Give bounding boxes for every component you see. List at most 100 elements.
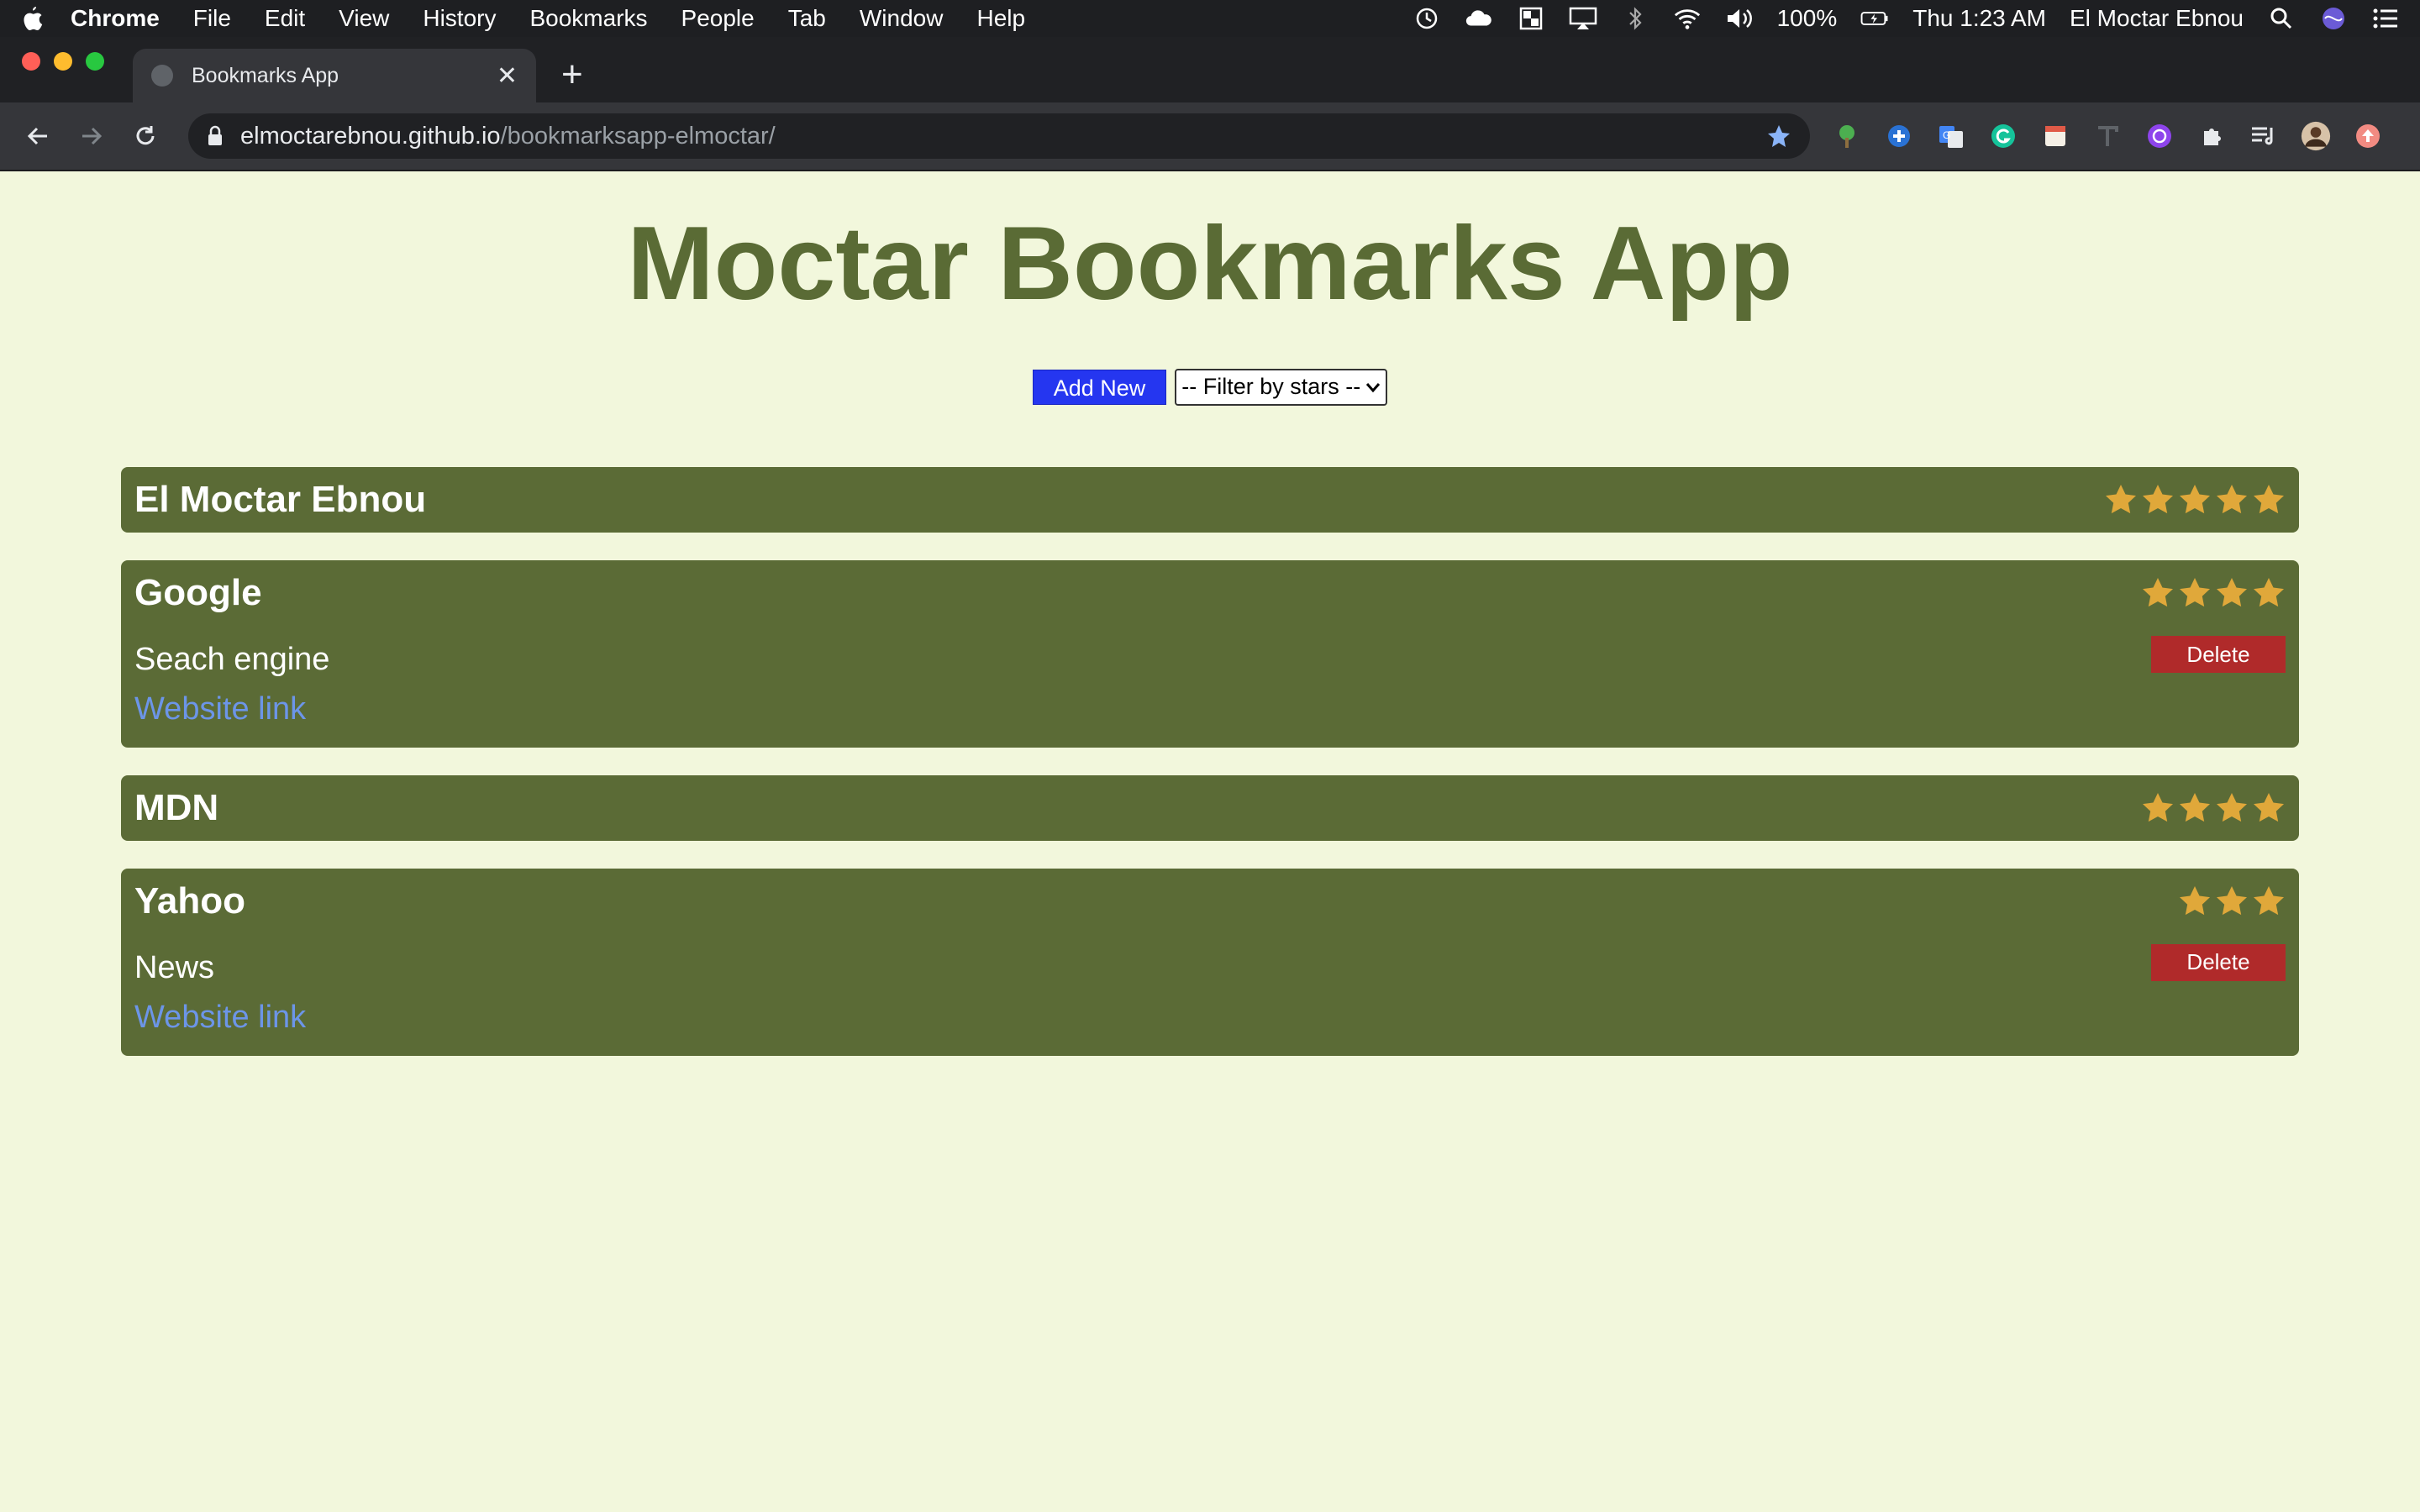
tab-title: Bookmarks App [192, 63, 339, 87]
menu-people[interactable]: People [681, 5, 755, 32]
page-title: Moctar Bookmarks App [627, 206, 1793, 322]
delete-button[interactable]: Delete [2151, 943, 2286, 981]
bookmark-description: News [134, 949, 215, 985]
apple-icon[interactable] [20, 5, 71, 32]
calendar-extension-icon[interactable] [2040, 121, 2070, 151]
star-icon [2143, 485, 2173, 514]
filter-selected-value: -- Filter by stars -- [1181, 374, 1361, 400]
bookmark-card[interactable]: Google Seach engine Website link Delete [121, 560, 2299, 748]
bookmark-card[interactable]: Yahoo News Website link Delete [121, 868, 2299, 1056]
text-tool-icon[interactable] [2092, 121, 2123, 151]
bookmarks-app-page: Moctar Bookmarks App Add New -- Filter b… [0, 171, 2420, 1509]
clock[interactable]: Thu 1:23 AM [1912, 5, 2046, 32]
bookmark-title: MDN [134, 786, 219, 828]
bookmark-list: El Moctar Ebnou Google Seach engine Webs… [121, 467, 2299, 1084]
bookmark-card[interactable]: MDN [121, 774, 2299, 841]
chevron-down-icon [1366, 382, 1381, 393]
browser-toolbar: elmoctarebnou.github.io /bookmarksapp-el… [0, 102, 2420, 171]
spotlight-search-icon[interactable] [2267, 6, 2296, 31]
menu-file[interactable]: File [193, 5, 231, 32]
star-rating [2141, 576, 2286, 610]
volume-icon[interactable] [1725, 6, 1754, 31]
reload-button[interactable] [124, 115, 166, 157]
new-tab-button[interactable]: + [561, 54, 583, 96]
filter-by-stars-select[interactable]: -- Filter by stars -- [1175, 368, 1388, 406]
add-new-button[interactable]: Add New [1032, 369, 1167, 405]
star-icon [2180, 578, 2210, 607]
browser-tab-strip: Bookmarks App ✕ + [0, 37, 2420, 102]
star-rating [2104, 483, 2286, 517]
close-window-button[interactable] [22, 52, 40, 71]
back-button[interactable] [17, 115, 59, 157]
macos-menu-bar: Chrome File Edit View History Bookmarks … [0, 0, 2420, 37]
star-icon [2217, 885, 2247, 915]
extensions-puzzle-icon[interactable] [2196, 121, 2227, 151]
menu-app-name[interactable]: Chrome [71, 5, 160, 32]
star-icon [2106, 485, 2136, 514]
notification-center-icon[interactable] [2371, 6, 2400, 31]
star-icon [2143, 792, 2173, 822]
star-icon [2254, 485, 2284, 514]
website-link[interactable]: Website link [134, 691, 329, 727]
star-icon [2180, 885, 2210, 915]
star-icon [2217, 578, 2247, 607]
delete-button[interactable]: Delete [2151, 636, 2286, 673]
grammarly-icon[interactable] [1988, 121, 2018, 151]
bookmark-title: Yahoo [134, 879, 246, 921]
globe-icon [151, 65, 173, 87]
window-controls [22, 52, 104, 71]
bluetooth-icon[interactable] [1621, 6, 1649, 31]
menu-tab[interactable]: Tab [788, 5, 826, 32]
forward-button[interactable] [71, 115, 113, 157]
menu-edit[interactable]: Edit [265, 5, 305, 32]
menu-view[interactable]: View [339, 5, 389, 32]
close-tab-icon[interactable]: ✕ [497, 61, 518, 91]
window-manager-icon[interactable] [1517, 6, 1545, 31]
star-icon [2217, 485, 2247, 514]
siri-icon[interactable] [2319, 6, 2348, 31]
url-path: /bookmarksapp-elmoctar/ [500, 122, 776, 150]
reading-list-icon[interactable] [2249, 121, 2279, 151]
profile-avatar[interactable] [2301, 121, 2331, 151]
tree-extension-icon[interactable] [1832, 121, 1862, 151]
battery-percentage: 100% [1776, 5, 1838, 31]
app-controls: Add New -- Filter by stars -- [0, 368, 2420, 406]
google-translate-icon[interactable]: G [1936, 121, 1966, 151]
star-icon [2180, 792, 2210, 822]
bookmark-title: El Moctar Ebnou [134, 479, 427, 520]
tab-bookmarks-app[interactable]: Bookmarks App ✕ [133, 49, 536, 102]
health-extension-icon[interactable] [1884, 121, 1914, 151]
extensions-bar: G [1832, 121, 2383, 151]
star-icon [2143, 578, 2173, 607]
lock-icon[interactable] [207, 125, 224, 147]
airplay-icon[interactable] [1569, 6, 1597, 31]
wifi-icon[interactable] [1673, 6, 1702, 31]
bookmark-star-icon[interactable] [1766, 123, 1791, 149]
url-host: elmoctarebnou.github.io [240, 122, 501, 150]
bookmark-title: Google [134, 572, 262, 613]
battery-icon[interactable] [1860, 6, 1889, 31]
menu-window[interactable]: Window [860, 5, 944, 32]
star-rating [2178, 885, 2286, 918]
cloud-icon[interactable] [1465, 6, 1493, 31]
star-icon [2180, 485, 2210, 514]
update-chrome-icon[interactable] [2353, 121, 2383, 151]
time-machine-icon[interactable] [1413, 6, 1441, 31]
minimize-window-button[interactable] [54, 52, 72, 71]
purple-extension-icon[interactable] [2144, 121, 2175, 151]
website-link[interactable]: Website link [134, 1000, 306, 1036]
svg-text:G: G [1943, 129, 1950, 141]
current-user[interactable]: El Moctar Ebnou [2070, 5, 2244, 32]
menu-help[interactable]: Help [976, 5, 1025, 32]
menu-history[interactable]: History [423, 5, 496, 32]
star-rating [2141, 791, 2286, 825]
bookmark-card[interactable]: El Moctar Ebnou [121, 467, 2299, 533]
star-icon [2217, 792, 2247, 822]
star-icon [2254, 885, 2284, 915]
star-icon [2254, 578, 2284, 607]
address-bar[interactable]: elmoctarebnou.github.io /bookmarksapp-el… [188, 113, 1810, 159]
zoom-window-button[interactable] [86, 52, 104, 71]
star-icon [2254, 792, 2284, 822]
bookmark-description: Seach engine [134, 642, 330, 677]
menu-bookmarks[interactable]: Bookmarks [529, 5, 647, 32]
